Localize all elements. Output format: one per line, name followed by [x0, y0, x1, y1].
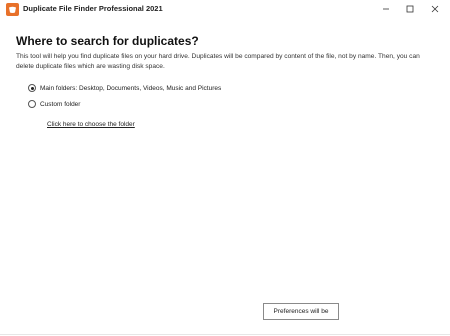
main-folders-label: Main folders: Desktop, Documents, Videos… [40, 84, 222, 92]
preferences-button-label: Preferences will be [273, 308, 329, 315]
main-folders-radio[interactable] [28, 84, 36, 92]
choose-folder-link[interactable]: Click here to choose the folder [47, 121, 135, 128]
page-description: This tool will help you find duplicate f… [16, 53, 420, 70]
custom-folder-option[interactable]: Custom folder [28, 100, 80, 108]
minimize-icon [383, 8, 389, 10]
custom-folder-label: Custom folder [40, 100, 81, 108]
maximize-icon [406, 5, 414, 13]
custom-folder-radio[interactable] [28, 100, 36, 108]
page-heading: Where to search for duplicates? [16, 34, 199, 48]
main-folders-option[interactable]: Main folders: Desktop, Documents, Videos… [28, 84, 221, 92]
app-icon [6, 3, 19, 16]
app-window: Duplicate File Finder Professional 2021 … [0, 0, 450, 336]
window-title: Duplicate File Finder Professional 2021 [23, 4, 163, 13]
close-button[interactable] [427, 2, 443, 16]
preferences-button[interactable]: Preferences will be [263, 303, 339, 320]
maximize-button[interactable] [402, 2, 418, 16]
minimize-button[interactable] [378, 2, 394, 16]
title-bar[interactable]: Duplicate File Finder Professional 2021 [0, 0, 450, 20]
bottom-divider [0, 334, 450, 335]
close-icon [431, 5, 439, 13]
